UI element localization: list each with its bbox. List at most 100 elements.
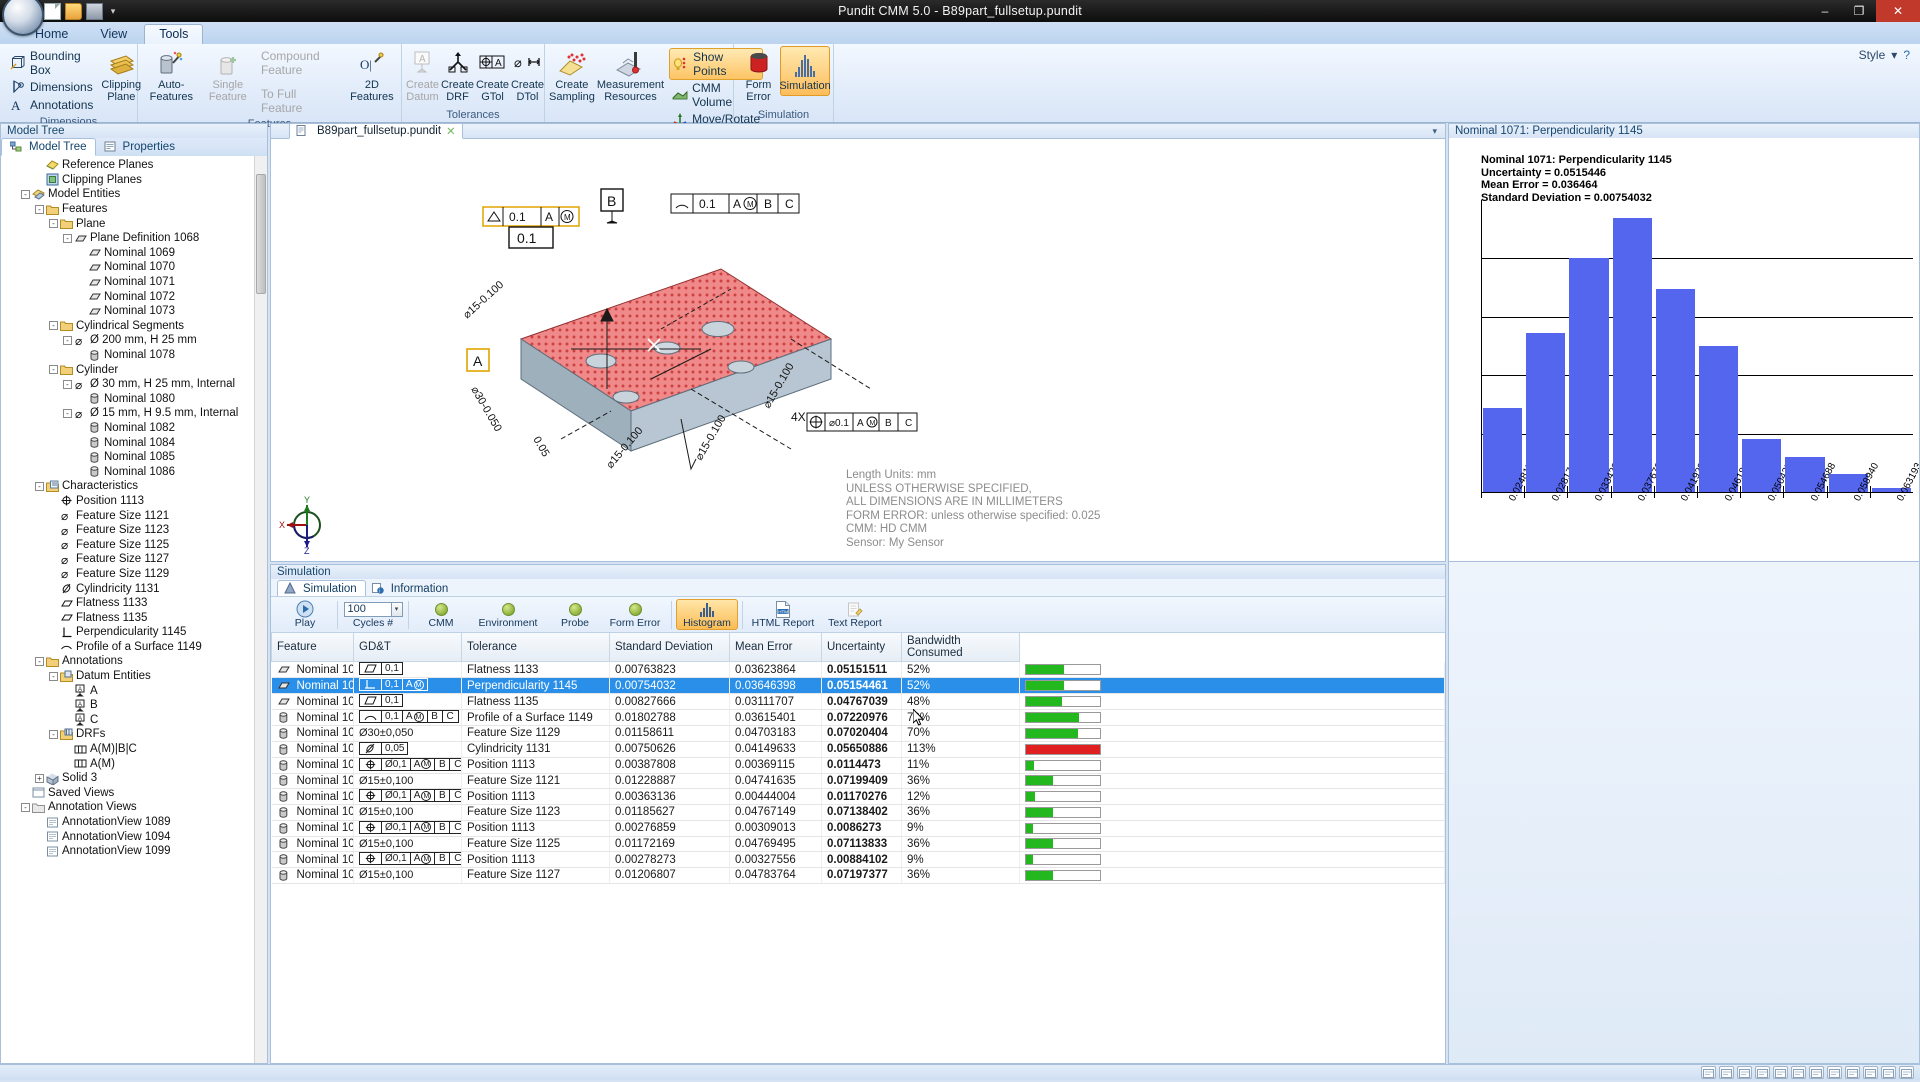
cycles-spin-down[interactable]: ▾: [391, 601, 403, 617]
tree-item-nominal-1085[interactable]: Nominal 1085: [1, 450, 267, 465]
probe-status-button[interactable]: Probe: [547, 600, 603, 629]
open-folder-icon[interactable]: [65, 2, 82, 20]
form-error-button[interactable]: Form Error: [737, 46, 780, 105]
tree-item-nominal-1084[interactable]: Nominal 1084: [1, 435, 267, 450]
tree-item-feature-size-1127[interactable]: ⌀ Feature Size 1127: [1, 552, 267, 567]
ortho-icon[interactable]: [1737, 1066, 1752, 1079]
environment-status-button[interactable]: Environment: [469, 600, 547, 629]
table-row[interactable]: Nominal 1086Ø15±0,100Feature Size 11270.…: [271, 867, 1445, 884]
tree-item-perpendicularity-1145[interactable]: Perpendicularity 1145: [1, 625, 267, 640]
col-uncertainty[interactable]: Uncertainty: [821, 633, 902, 662]
tree-item-annotationview-1094[interactable]: AnnotationView 1094: [1, 829, 267, 844]
dyn-icon[interactable]: [1809, 1066, 1824, 1079]
to-full-feature-button[interactable]: To Full Feature: [258, 86, 342, 116]
collapse-toggle-icon[interactable]: -: [49, 671, 58, 681]
tab-model-tree[interactable]: Model Tree: [1, 138, 96, 156]
col-standard-deviation[interactable]: Standard Deviation: [609, 633, 730, 662]
col-bandwidth-consumed[interactable]: Bandwidth Consumed: [901, 633, 1020, 662]
lw-icon[interactable]: [1827, 1066, 1842, 1079]
single-feature-button[interactable]: Single Feature: [202, 46, 254, 105]
text-report-button[interactable]: Text Report: [819, 600, 891, 629]
polar-icon[interactable]: [1755, 1066, 1770, 1079]
collapse-toggle-icon[interactable]: -: [63, 408, 72, 418]
collapse-toggle-icon[interactable]: -: [35, 481, 44, 491]
tree-item-feature-size-1125[interactable]: ⌀ Feature Size 1125: [1, 537, 267, 552]
tree-item-annotation-views[interactable]: - Annotation Views: [1, 800, 267, 815]
collapse-toggle-icon[interactable]: -: [63, 233, 72, 243]
create-gtol-button[interactable]: A Create GTol: [475, 46, 510, 105]
tree-item-position-1113[interactable]: Position 1113: [1, 494, 267, 509]
tree-item-drfs[interactable]: - DRFs: [1, 727, 267, 742]
col-tolerance[interactable]: Tolerance: [461, 633, 610, 662]
table-row[interactable]: Nominal 1082Ø15±0,100Feature Size 11210.…: [271, 773, 1445, 789]
create-dtol-button[interactable]: ⌀ Create DTol: [510, 46, 545, 105]
document-tab[interactable]: B89part_fullsetup.pundit ✕: [289, 123, 463, 139]
tree-item-nominal-1070[interactable]: Nominal 1070: [1, 260, 267, 275]
tree-item-a-m-b-c[interactable]: A(M)|B|C: [1, 742, 267, 757]
tree-item-reference-planes[interactable]: Reference Planes: [1, 158, 267, 173]
play-button[interactable]: Play: [277, 600, 333, 629]
tree-item-c[interactable]: AC: [1, 713, 267, 728]
cycles-input[interactable]: 100: [343, 601, 392, 617]
collapse-toggle-icon[interactable]: -: [49, 321, 58, 331]
tab-properties[interactable]: Properties: [96, 138, 183, 156]
style-selector[interactable]: Style ▾ ?: [1859, 44, 1920, 122]
tree-item-datum-entities[interactable]: - Datum Entities: [1, 669, 267, 684]
tree-item-30-mm-h-25-mm-internal[interactable]: - ⌀ Ø 30 mm, H 25 mm, Internal: [1, 377, 267, 392]
tree-item-saved-views[interactable]: Saved Views: [1, 786, 267, 801]
save-icon[interactable]: [86, 2, 103, 20]
table-row[interactable]: Nominal 1086 Ø0,1AMBCPosition 11130.00278…: [271, 851, 1445, 868]
tree-scrollbar-thumb[interactable]: [256, 174, 266, 294]
tree-item-nominal-1082[interactable]: Nominal 1082: [1, 421, 267, 436]
collapse-toggle-icon[interactable]: -: [49, 365, 58, 375]
tab-tools[interactable]: Tools: [144, 24, 204, 44]
collapse-toggle-icon[interactable]: -: [35, 204, 44, 214]
3d-viewport[interactable]: 0.1 A M 0.1 A M BC 0.1 B A ⌀15-0.100 ⌀30…: [270, 139, 1446, 562]
table-row[interactable]: Nominal 1080Ø30±0,050Feature Size 11290.…: [271, 725, 1445, 742]
zoom-icon[interactable]: [1899, 1066, 1914, 1079]
chevron-down-icon[interactable]: ▾: [107, 6, 119, 17]
snap-icon[interactable]: [1719, 1066, 1734, 1079]
tree-item-cylindricity-1131[interactable]: Cylindricity 1131: [1, 581, 267, 596]
tab-view[interactable]: View: [85, 24, 142, 44]
tree-item-characteristics[interactable]: - Characteristics: [1, 479, 267, 494]
collapse-toggle-icon[interactable]: -: [35, 656, 44, 666]
tree-item-cylindrical-segments[interactable]: - Cylindrical Segments: [1, 319, 267, 334]
tree-item-clipping-planes[interactable]: Clipping Planes: [1, 173, 267, 188]
tree-scrollbar[interactable]: [254, 156, 267, 1063]
create-sampling-button[interactable]: Create Sampling: [548, 46, 596, 105]
create-drf-button[interactable]: Create DRF: [440, 46, 475, 105]
table-row[interactable]: Nominal 10710,1AMPerpendicularity 11450.…: [271, 677, 1445, 694]
cycles-stepper[interactable]: 100 ▾ Cycles #: [342, 600, 404, 629]
tree-item-flatness-1135[interactable]: Flatness 1135: [1, 610, 267, 625]
table-row[interactable]: Nominal 1085 Ø0,1AMBCPosition 11130.00276…: [271, 820, 1445, 837]
collapse-toggle-icon[interactable]: -: [21, 189, 30, 199]
tree-item-feature-size-1123[interactable]: ⌀ Feature Size 1123: [1, 523, 267, 538]
close-button[interactable]: ✕: [1876, 0, 1920, 22]
2d-features-button[interactable]: O| 2D Features: [346, 46, 398, 105]
chevron-down-icon[interactable]: ▾: [1432, 126, 1437, 137]
table-row[interactable]: Nominal 1080 0,05 Cylindricity 11310.00750…: [271, 741, 1445, 758]
tree-item-annotationview-1089[interactable]: AnnotationView 1089: [1, 815, 267, 830]
grid-icon[interactable]: [1701, 1066, 1716, 1079]
tree-item-annotations[interactable]: - Annotations: [1, 654, 267, 669]
create-datum-button[interactable]: A Create Datum: [405, 46, 440, 105]
table-row[interactable]: Nominal 10780,1AMBCProfile of a Surface …: [271, 709, 1445, 726]
tree-item-annotationview-1099[interactable]: AnnotationView 1099: [1, 844, 267, 859]
auto-features-button[interactable]: Auto-Features: [141, 46, 202, 105]
simulation-button[interactable]: Simulation: [779, 46, 831, 96]
tree-item-profile-of-a-surface-1149[interactable]: Profile of a Surface 1149: [1, 640, 267, 655]
tree-item-b[interactable]: AB: [1, 698, 267, 713]
table-row[interactable]: Nominal 1084Ø15±0,100Feature Size 11230.…: [271, 804, 1445, 821]
minimize-button[interactable]: –: [1808, 0, 1842, 22]
cmm-status-button[interactable]: CMM: [413, 600, 469, 629]
tree-item-plane[interactable]: - Plane: [1, 216, 267, 231]
bounding-box-button[interactable]: Bounding Box: [7, 48, 96, 78]
table-row[interactable]: Nominal 10730,1Flatness 11350.008276660.…: [271, 693, 1445, 710]
tab-information[interactable]: i Information: [366, 581, 457, 596]
tab-simulation[interactable]: Simulation: [277, 580, 366, 596]
table-row[interactable]: Nominal 1082 Ø0,1AMBCPosition 11130.00387…: [271, 757, 1445, 774]
osnap-icon[interactable]: [1773, 1066, 1788, 1079]
col-mean-error[interactable]: Mean Error: [729, 633, 822, 662]
histogram-button[interactable]: Histogram: [676, 599, 738, 630]
